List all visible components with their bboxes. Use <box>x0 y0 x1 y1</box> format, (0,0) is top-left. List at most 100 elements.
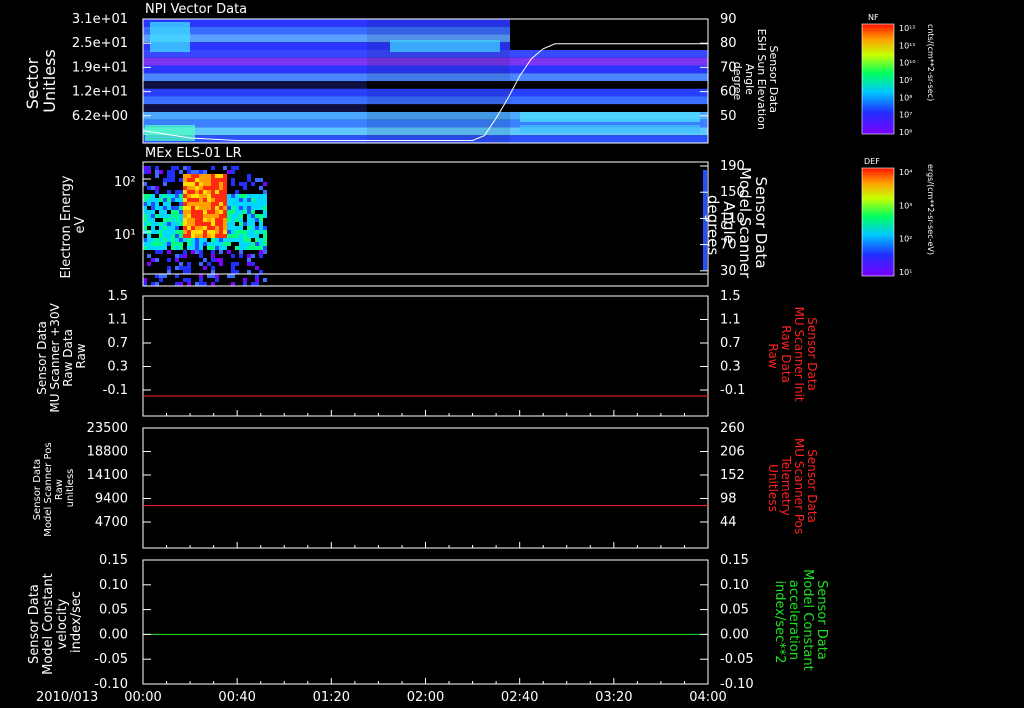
els-cell <box>259 194 263 198</box>
els-cell <box>203 170 207 174</box>
els-cell <box>187 262 191 266</box>
els-cell <box>171 242 175 246</box>
els-cell <box>155 198 159 202</box>
els-cell <box>239 246 243 250</box>
els-cell <box>219 246 223 250</box>
x-tick-label-4: 02:40 <box>501 690 538 705</box>
els-cell <box>255 206 259 210</box>
els-cell <box>215 186 219 190</box>
els-cell <box>163 194 167 198</box>
els-cell <box>227 222 231 226</box>
els-cell <box>247 238 251 242</box>
els-cell <box>179 214 183 218</box>
x-tick-label-2: 01:20 <box>313 690 350 705</box>
els-cell <box>143 182 147 186</box>
els-cell <box>207 178 211 182</box>
panel-els-title: MEx ELS-01 LR <box>145 146 242 161</box>
els-cell <box>179 230 183 234</box>
els-cell <box>231 198 235 202</box>
els-cell <box>255 278 259 282</box>
model-constant-ytick-left-4: -0.05 <box>94 652 128 667</box>
els-cell <box>263 206 267 210</box>
els-cell <box>215 174 219 178</box>
els-cell <box>163 210 167 214</box>
els-cell <box>219 218 223 222</box>
els-cell <box>219 202 223 206</box>
els-cell <box>143 170 147 174</box>
els-cell <box>203 238 207 242</box>
els-cell <box>171 210 175 214</box>
els-cell <box>211 274 215 278</box>
els-cell <box>231 206 235 210</box>
els-cell <box>259 246 263 250</box>
els-cell <box>211 182 215 186</box>
els-cell <box>207 262 211 266</box>
els-cell <box>227 170 231 174</box>
els-cell <box>223 218 227 222</box>
els-cell <box>215 182 219 186</box>
model-constant-ytick-right-0: 0.15 <box>720 553 749 568</box>
els-cell <box>247 194 251 198</box>
els-cell <box>147 254 151 258</box>
els-cell <box>247 226 251 230</box>
els-cell <box>195 170 199 174</box>
els-cell <box>199 230 203 234</box>
els-cell <box>227 250 231 254</box>
els-cell <box>167 222 171 226</box>
els-cell <box>155 214 159 218</box>
npi-cell <box>143 57 367 66</box>
els-cell <box>155 242 159 246</box>
mu-30v-ticks: 1.5 1.1 0.7 0.3 -0.1 1.5 1.1 0.7 0.3 -0.1 <box>103 289 745 416</box>
els-cell <box>183 234 187 238</box>
mu-30v-ytick-right-1: 1.1 <box>720 313 741 328</box>
els-cell <box>211 174 215 178</box>
els-cell <box>175 190 179 194</box>
els-cell <box>219 230 223 234</box>
els-cell <box>155 174 159 178</box>
els-cell <box>195 194 199 198</box>
npi-colorbar-tick-0: 10¹² <box>899 24 916 33</box>
els-cell <box>147 234 151 238</box>
els-cell <box>199 206 203 210</box>
mu-30v-ytick-left-1: 1.1 <box>107 313 128 328</box>
els-cell <box>255 266 259 270</box>
els-cell <box>147 246 151 250</box>
els-cell <box>163 202 167 206</box>
els-cell <box>147 214 151 218</box>
npi-colorbar-ticks: 10¹² 10¹¹ 10¹⁰ 10⁹ 10⁸ 10⁷ 10⁶ <box>899 24 916 137</box>
els-cell <box>215 238 219 242</box>
els-cell <box>195 178 199 182</box>
els-cell <box>195 186 199 190</box>
els-cell <box>167 230 171 234</box>
els-cell <box>167 214 171 218</box>
scanner-pos-ytick-left-0: 23500 <box>87 421 128 436</box>
els-cell <box>155 186 159 190</box>
els-cell <box>175 246 179 250</box>
els-cell <box>207 206 211 210</box>
els-cell <box>231 262 235 266</box>
els-cell <box>143 242 147 246</box>
npi-cell <box>510 73 708 81</box>
els-cell <box>167 234 171 238</box>
els-cell <box>251 198 255 202</box>
els-cell <box>263 198 267 202</box>
els-cell <box>219 242 223 246</box>
els-cell <box>243 282 247 286</box>
npi-cell <box>510 81 708 89</box>
npi-ytick-left-2: 1.9e+01 <box>72 60 128 75</box>
els-cell <box>231 230 235 234</box>
els-cell <box>195 238 199 242</box>
els-cell <box>199 202 203 206</box>
els-cell <box>159 250 163 254</box>
els-cell <box>183 214 187 218</box>
x-axis-date-label: 2010/013 <box>36 690 98 705</box>
npi-colorbar-label: NF <box>868 13 879 22</box>
model-constant-ytick-right-2: 0.05 <box>720 603 749 618</box>
els-cell <box>231 226 235 230</box>
els-cell <box>231 218 235 222</box>
els-cell <box>187 198 191 202</box>
els-cell <box>199 210 203 214</box>
els-cell <box>259 270 263 274</box>
els-cell <box>247 254 251 258</box>
els-cell <box>183 230 187 234</box>
